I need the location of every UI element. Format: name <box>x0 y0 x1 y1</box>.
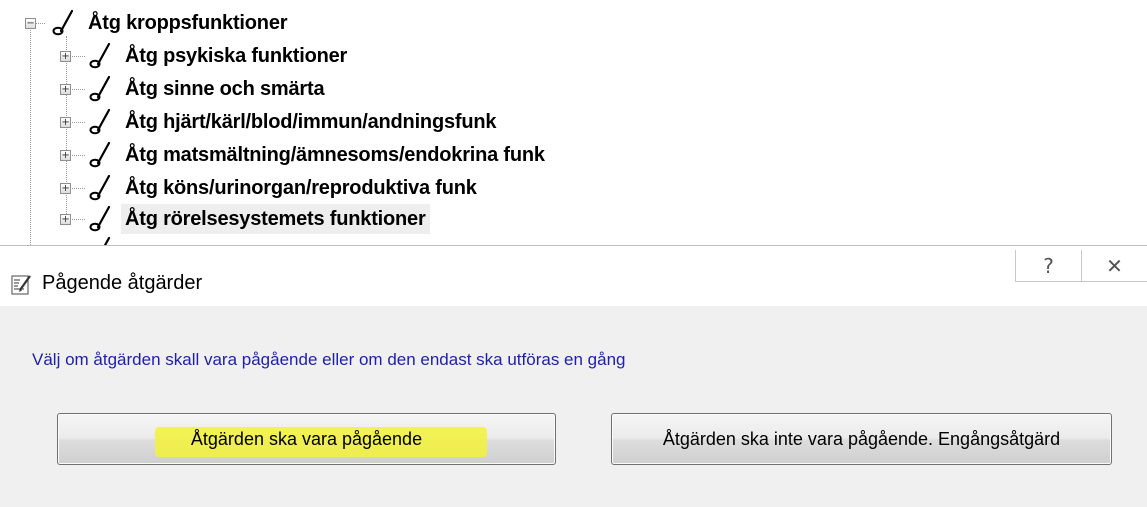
music-note-icon <box>52 9 74 36</box>
tree-node-label: Åtg köns/urinorgan/reproduktiva funk <box>125 176 477 199</box>
tree-node-kons[interactable]: + Åtg köns/urinorgan/reproduktiva funk <box>0 172 700 204</box>
expand-icon[interactable]: + <box>60 150 71 161</box>
edit-document-icon <box>11 275 31 295</box>
expand-icon[interactable]: + <box>60 51 71 62</box>
dialog-title: Pågende åtgärder <box>42 272 203 294</box>
tree-node-partial <box>0 234 700 245</box>
music-note-icon <box>89 141 111 168</box>
ongoing-yes-button[interactable]: Åtgärden ska vara pågående <box>57 413 556 465</box>
tree-node-sinne[interactable]: + Åtg sinne och smärta <box>0 73 700 105</box>
music-note-icon <box>89 174 111 201</box>
tree-node-kroppsfunktioner[interactable]: − Åtg kroppsfunktioner <box>0 7 600 39</box>
tree-node-label: Åtg hjärt/kärl/blod/immun/andningsfunk <box>125 110 497 133</box>
tree-node-hjart[interactable]: + Åtg hjärt/kärl/blod/immun/andningsfunk <box>0 106 700 138</box>
music-note-icon <box>89 42 111 69</box>
music-note-icon <box>103 236 111 245</box>
dialog-titlebar[interactable]: Pågende åtgärder ? ✕ <box>0 246 1147 306</box>
help-icon: ? <box>1043 253 1054 278</box>
tree-node-psykiska[interactable]: + Åtg psykiska funktioner <box>0 40 700 72</box>
ongoing-yes-label: Åtgärden ska vara pågående <box>190 428 423 449</box>
instruction-text: Välj om åtgärden skall vara pågående ell… <box>32 350 626 369</box>
music-note-icon <box>89 205 111 232</box>
expand-icon[interactable]: + <box>60 214 71 225</box>
ongoing-no-label: Åtgärden ska inte vara pågående. Engångs… <box>662 428 1061 449</box>
tree-node-label: Åtg matsmältning/ämnesoms/endokrina funk <box>125 143 545 166</box>
expand-icon[interactable]: + <box>60 117 71 128</box>
dialog-pagende-atgarder: Pågende åtgärder ? ✕ Välj om åtgärden sk… <box>0 245 1147 507</box>
dialog-body: Välj om åtgärden skall vara pågående ell… <box>0 306 1147 507</box>
tree-node-rorelsesystemets[interactable]: + Åtg rörelsesystemets funktioner <box>0 203 700 235</box>
ongoing-no-button[interactable]: Åtgärden ska inte vara pågående. Engångs… <box>611 413 1112 465</box>
help-button[interactable]: ? <box>1015 250 1081 282</box>
tree-node-label: Åtg rörelsesystemets funktioner <box>121 204 430 234</box>
tree-view: − Åtg kroppsfunktioner + Åtg psykiska fu… <box>0 0 1147 245</box>
tree-node-label: Åtg sinne och smärta <box>125 77 325 100</box>
expand-icon[interactable]: + <box>60 84 71 95</box>
tree-node-label: Åtg kroppsfunktioner <box>88 11 288 34</box>
collapse-icon[interactable]: − <box>25 18 36 29</box>
music-note-icon <box>89 75 111 102</box>
tree-node-label: Åtg psykiska funktioner <box>125 44 348 67</box>
close-button[interactable]: ✕ <box>1081 250 1147 282</box>
tree-node-matsmaltning[interactable]: + Åtg matsmältning/ämnesoms/endokrina fu… <box>0 139 750 171</box>
close-icon: ✕ <box>1106 253 1123 278</box>
music-note-icon <box>89 108 111 135</box>
expand-icon[interactable]: + <box>60 183 71 194</box>
